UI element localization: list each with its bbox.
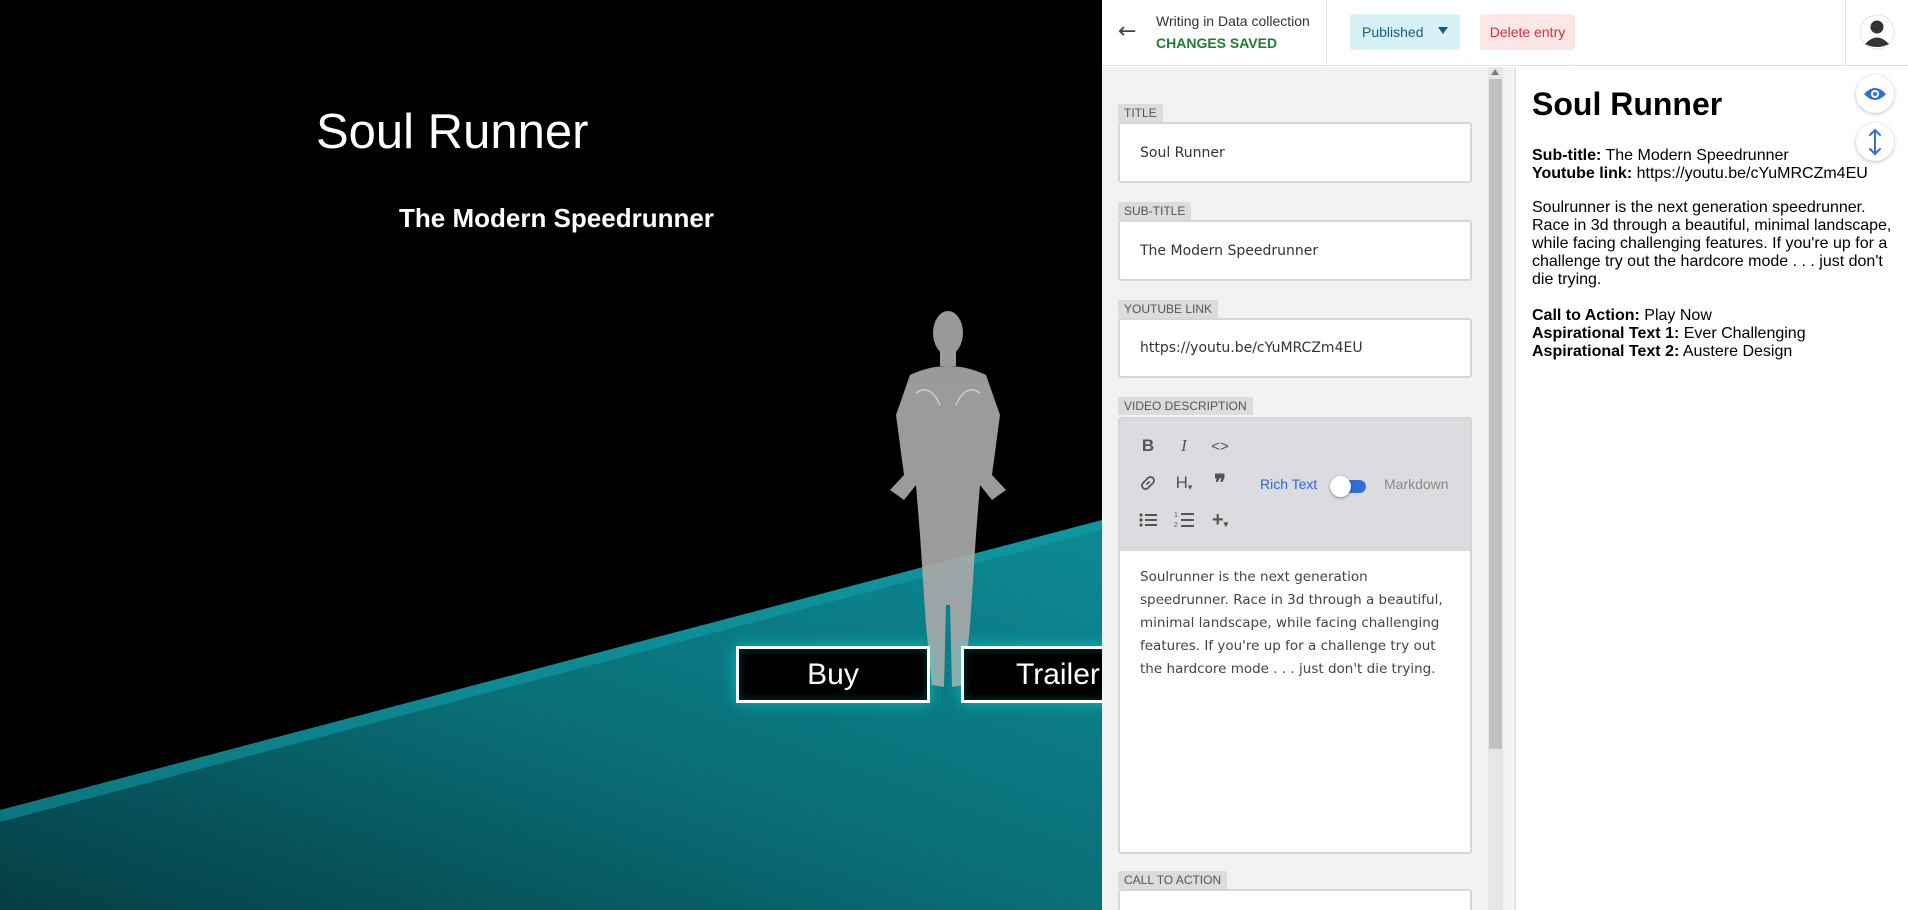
title-input[interactable]: Soul Runner <box>1118 122 1472 183</box>
site-title: Soul Runner <box>316 105 589 159</box>
entry-editor: TITLE Soul Runner SUB-TITLE The Modern S… <box>1102 67 1513 910</box>
eye-icon[interactable] <box>1856 75 1894 113</box>
save-status: CHANGES SAVED <box>1156 35 1278 51</box>
youtube-field-label: YOUTUBE LINK <box>1118 300 1219 318</box>
entry-preview: Soul Runner Sub-title: The Modern Speedr… <box>1514 67 1908 910</box>
buy-button[interactable]: Buy <box>736 646 930 703</box>
vertical-arrows-icon[interactable] <box>1856 123 1894 161</box>
rich-text-toolbar: B I <> H ▾ ❞ Rich Text Markdown 12 + ▾ <box>1120 419 1470 551</box>
trailer-button[interactable]: Trailer <box>961 646 1102 703</box>
svg-text:1: 1 <box>1174 512 1178 519</box>
preview-aspirational-2-line: Aspirational Text 2: Austere Design <box>1532 343 1792 361</box>
editor-mode-toggle[interactable] <box>1330 475 1368 497</box>
call-to-action-input[interactable] <box>1118 889 1472 910</box>
site-preview: Soul Runner The Modern Speedrunner Buy T… <box>0 0 1102 910</box>
caret-down-icon <box>1438 27 1448 34</box>
svg-text:2: 2 <box>1174 522 1178 529</box>
youtube-link-input[interactable]: https://youtu.be/cYuMRCZm4EU <box>1118 318 1472 378</box>
preview-youtube-line: Youtube link: https://youtu.be/cYuMRCZm4… <box>1532 165 1868 183</box>
scroll-thumb[interactable] <box>1489 79 1502 749</box>
bullet-list-icon[interactable] <box>1136 508 1160 532</box>
divider <box>1845 0 1846 66</box>
preview-aspirational-2-value: Austere Design <box>1682 343 1793 360</box>
preview-subtitle-value: The Modern Speedrunner <box>1605 147 1789 164</box>
toggle-knob <box>1330 476 1351 497</box>
divider <box>1326 0 1327 66</box>
title-field-label: TITLE <box>1118 104 1163 122</box>
preview-aspirational-1-line: Aspirational Text 1: Ever Challenging <box>1532 325 1806 343</box>
preview-aspirational-1-key: Aspirational Text 1: <box>1532 325 1680 342</box>
preview-subtitle-line: Sub-title: The Modern Speedrunner <box>1532 147 1789 165</box>
site-subtitle: The Modern Speedrunner <box>399 203 714 233</box>
preview-title: Soul Runner <box>1532 86 1723 122</box>
runner-figure <box>890 311 1006 687</box>
quote-icon[interactable]: ❞ <box>1208 470 1232 495</box>
editor-scrollbar[interactable] <box>1488 67 1503 910</box>
numbered-list-icon[interactable]: 12 <box>1172 508 1196 532</box>
scroll-up-arrow-icon[interactable] <box>1491 69 1499 75</box>
subtitle-field-label: SUB-TITLE <box>1118 202 1192 220</box>
publish-status-dropdown[interactable]: Published <box>1350 14 1460 50</box>
publish-status-label: Published <box>1362 24 1424 40</box>
link-icon[interactable] <box>1136 471 1160 495</box>
cms-panel: ← Writing in Data collection CHANGES SAV… <box>1102 0 1908 910</box>
preview-aspirational-2-key: Aspirational Text 2: <box>1532 343 1680 360</box>
call-to-action-label: CALL TO ACTION <box>1118 871 1228 889</box>
preview-subtitle-key: Sub-title: <box>1532 147 1602 164</box>
markdown-mode-label[interactable]: Markdown <box>1384 476 1449 492</box>
breadcrumb: Writing in Data collection <box>1156 13 1310 29</box>
video-description-text[interactable]: Soulrunner is the next generation speedr… <box>1140 566 1460 681</box>
preview-cta-key: Call to Action: <box>1532 307 1640 324</box>
video-description-label: VIDEO DESCRIPTION <box>1118 397 1253 415</box>
italic-icon[interactable]: I <box>1172 434 1196 458</box>
video-description-editor: B I <> H ▾ ❞ Rich Text Markdown 12 + ▾ S… <box>1118 417 1472 854</box>
user-avatar-icon[interactable] <box>1859 14 1895 50</box>
bold-icon[interactable]: B <box>1136 434 1160 458</box>
rich-text-mode-label[interactable]: Rich Text <box>1260 476 1317 492</box>
heading-icon[interactable]: H ▾ <box>1172 471 1196 495</box>
preview-youtube-key: Youtube link: <box>1532 165 1633 182</box>
top-bar: ← Writing in Data collection CHANGES SAV… <box>1102 0 1908 66</box>
preview-cta-value: Play Now <box>1644 307 1712 324</box>
code-icon[interactable]: <> <box>1208 434 1232 458</box>
subtitle-input[interactable]: The Modern Speedrunner <box>1118 220 1472 281</box>
preview-description: Soulrunner is the next generation speedr… <box>1532 199 1892 288</box>
delete-entry-button[interactable]: Delete entry <box>1480 14 1575 50</box>
add-block-icon[interactable]: + ▾ <box>1208 508 1232 532</box>
preview-aspirational-1-value: Ever Challenging <box>1683 325 1806 342</box>
preview-cta-line: Call to Action: Play Now <box>1532 307 1712 325</box>
back-arrow-icon[interactable]: ← <box>1118 19 1136 44</box>
preview-youtube-value: https://youtu.be/cYuMRCZm4EU <box>1636 165 1868 182</box>
